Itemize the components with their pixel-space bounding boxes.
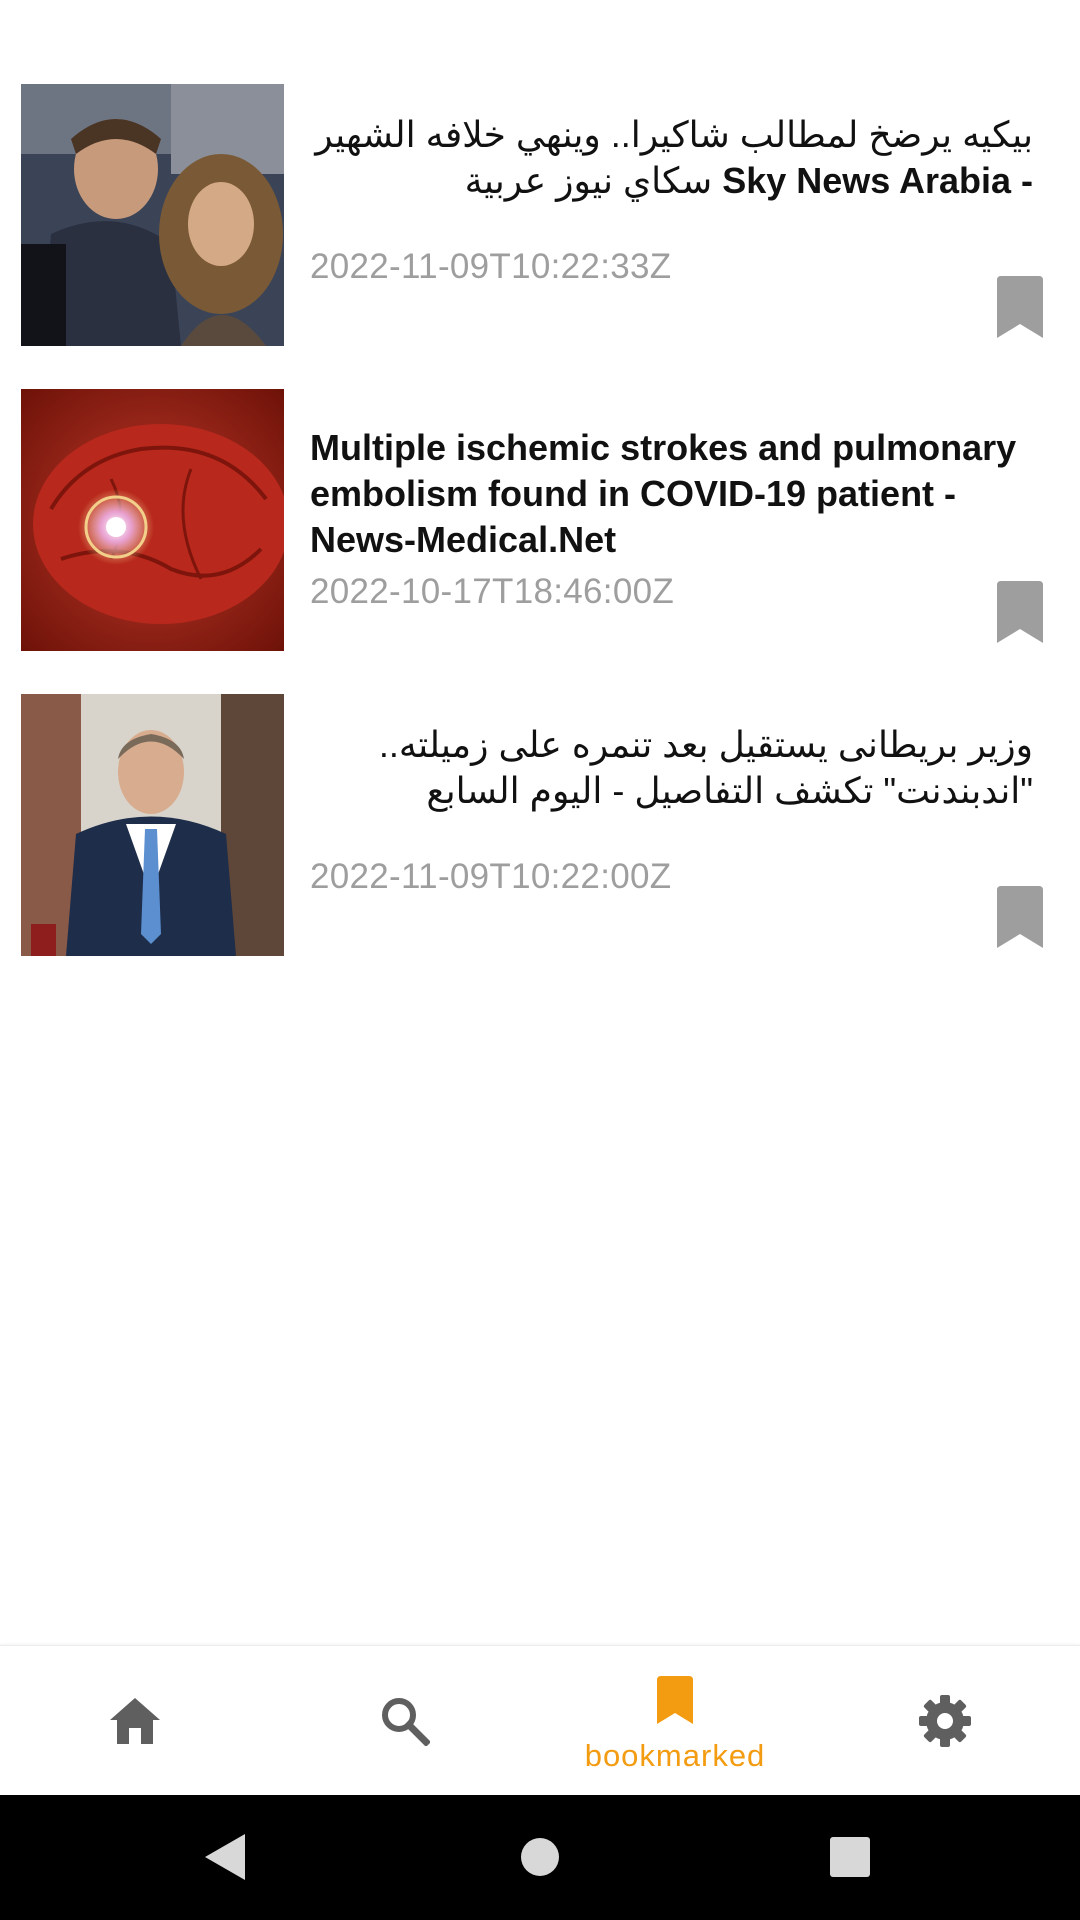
home-icon xyxy=(110,1698,160,1744)
list-item[interactable]: بيكيه يرضخ لمطالب شاكيرا.. وينهي خلافه ا… xyxy=(0,84,1080,346)
article-title: Multiple ischemic strokes and pulmonary … xyxy=(310,427,1017,560)
article-thumbnail xyxy=(21,694,284,956)
system-navigation-bar xyxy=(0,1795,1080,1920)
nav-settings[interactable] xyxy=(810,1646,1080,1796)
man-in-suit-image xyxy=(21,694,284,956)
list-item[interactable]: Multiple ischemic strokes and pulmonary … xyxy=(0,389,1080,651)
home-circle-icon[interactable] xyxy=(520,1837,560,1877)
search-icon xyxy=(382,1698,430,1746)
article-title: وزير بريطانى يستقيل بعد تنمره على زميلته… xyxy=(378,724,1033,811)
article-source: - Sky News Arabia xyxy=(722,160,1033,201)
article-date: 2022-11-09T10:22:33Z xyxy=(310,247,672,286)
brain-image xyxy=(21,389,284,651)
bookmark-icon xyxy=(657,1676,693,1724)
list-item[interactable]: وزير بريطانى يستقيل بعد تنمره على زميلته… xyxy=(0,694,1080,956)
gear-icon xyxy=(919,1695,971,1747)
bookmark-icon xyxy=(997,581,1043,643)
nav-search[interactable] xyxy=(270,1646,540,1796)
article-date: 2022-10-17T18:46:00Z xyxy=(310,572,675,611)
article-thumbnail xyxy=(21,389,284,651)
bookmark-button[interactable] xyxy=(995,886,1045,950)
back-icon[interactable] xyxy=(203,1832,247,1882)
article-date: 2022-11-09T10:22:00Z xyxy=(310,857,672,896)
article-title: بيكيه يرضخ لمطالب شاكيرا.. وينهي خلافه ا… xyxy=(315,114,1033,201)
article-thumbnail xyxy=(21,84,284,346)
nav-home[interactable] xyxy=(0,1646,270,1796)
bookmark-button[interactable] xyxy=(995,276,1045,340)
nav-bookmarked[interactable]: bookmarked xyxy=(540,1646,810,1796)
bottom-navigation: bookmarked xyxy=(0,1645,1080,1795)
couple-photo-image xyxy=(21,84,284,346)
bookmark-button[interactable] xyxy=(995,581,1045,645)
bookmark-icon xyxy=(997,276,1043,338)
bookmark-icon xyxy=(997,886,1043,948)
recents-icon[interactable] xyxy=(830,1837,870,1877)
nav-bookmarked-label: bookmarked xyxy=(584,1738,766,1773)
